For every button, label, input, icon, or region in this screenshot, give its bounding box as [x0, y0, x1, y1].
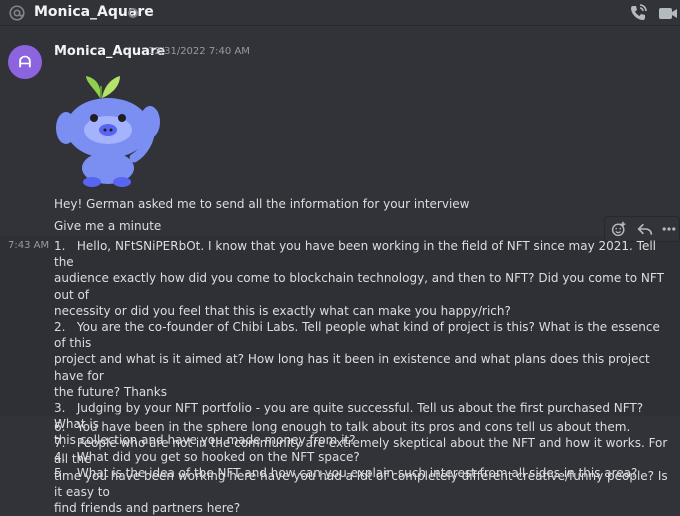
- avatar-letters: ᗩ: [18, 53, 32, 71]
- message-timestamp: 12/31/2022 7:40 AM: [148, 46, 250, 57]
- message-side-timestamp: 7:43 AM: [8, 240, 50, 251]
- add-reaction-icon[interactable]: [611, 221, 627, 237]
- more-icon[interactable]: [661, 221, 677, 237]
- status-idle-icon: [128, 8, 138, 18]
- dm-header: Monica_Aquare: [0, 0, 680, 26]
- question-line: necessity or did you feel that this is e…: [54, 303, 511, 318]
- question-line: the future? Thanks: [54, 384, 167, 399]
- question-line: 2. You are the co-founder of Chibi Labs.…: [54, 320, 664, 351]
- voice-call-icon[interactable]: [628, 3, 648, 23]
- avatar[interactable]: ᗩ: [8, 45, 42, 79]
- question-line: 6. You have been in the sphere long enou…: [54, 420, 631, 434]
- reply-icon[interactable]: [637, 221, 653, 237]
- message-text-2: Give me a minute: [54, 219, 162, 233]
- video-call-icon[interactable]: [658, 3, 678, 23]
- question-line: project and what is it aimed at? How lon…: [54, 352, 654, 383]
- question-line: find friends and partners here?: [54, 501, 241, 516]
- question-line: time you have been working here have you…: [54, 468, 672, 499]
- questions-block-2: 6. You have been in the sphere long enou…: [54, 419, 669, 516]
- question-line: 1. Hello, NFtSNiPERbOt. I know that you …: [54, 239, 660, 270]
- wumpus-sprout-sticker[interactable]: [54, 70, 164, 188]
- question-line: 7. People who are not in the community a…: [54, 436, 672, 467]
- at-icon: [9, 5, 25, 21]
- question-line: audience exactly how did you come to blo…: [54, 271, 668, 302]
- message-text-1: Hey! German asked me to send all the inf…: [54, 197, 470, 211]
